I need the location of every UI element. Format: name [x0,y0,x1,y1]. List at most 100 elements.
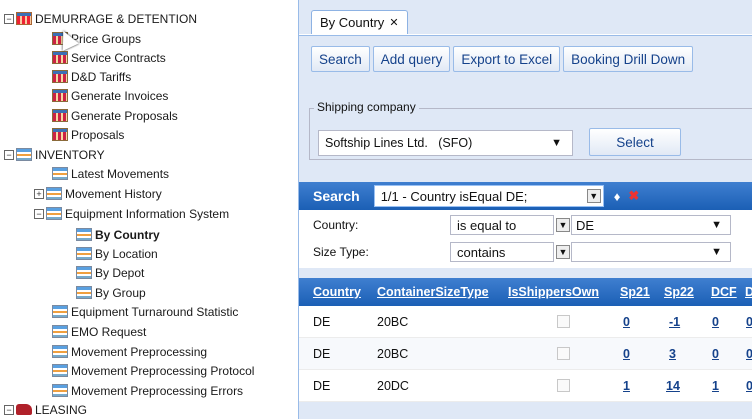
cell-country: DE [313,347,331,361]
is-shippers-own-checkbox[interactable] [557,315,570,328]
tree-item-movement-preprocessing-errors[interactable]: Movement Preprocessing Errors [52,381,243,400]
cell-d-link[interactable]: 0 [746,315,752,329]
cell-sp21-link[interactable]: 0 [623,347,630,361]
cell-dcf-link[interactable]: 1 [712,379,719,393]
export-to-excel-button[interactable]: Export to Excel [453,46,561,72]
tree-item-by-country[interactable]: By Country [76,225,160,244]
expand-toggle-icon[interactable]: + [34,188,44,199]
list-icon [52,325,68,338]
add-query-button[interactable]: Add query [372,46,451,72]
column-header-country[interactable]: Country [313,285,361,299]
tree-node-inventory[interactable]: − INVENTORY [4,145,105,164]
country-value-select[interactable]: DE ▼ [571,215,731,235]
grid-header: Country ContainerSizeType IsShippersOwn … [299,278,752,306]
cell-sp22-link[interactable]: -1 [669,315,680,329]
cell-sp21-link[interactable]: 0 [623,315,630,329]
grid-icon [52,51,68,64]
tree-item-dd-tariffs[interactable]: D&D Tariffs [52,67,131,86]
cell-sp22-link[interactable]: 3 [669,347,676,361]
dropdown-arrow-icon[interactable]: ▼ [556,218,570,232]
query-value: 1/1 - Country isEqual DE; [380,188,528,204]
query-select[interactable]: 1/1 - Country isEqual DE; ▼ [373,185,604,207]
dropdown-arrow-icon[interactable]: ▼ [551,137,562,149]
tree-node-label: Movement History [65,186,162,201]
close-icon[interactable]: ✕ [389,16,398,29]
tree-node-demurrage-detention[interactable]: − DEMURRAGE & DETENTION [4,9,197,28]
country-operator-value: is equal to [457,217,517,233]
filter-row-country: Country: is equal to ▼ DE ▼ [299,213,752,237]
tree-node-movement-history[interactable]: + Movement History [34,184,162,203]
select-button[interactable]: Select [589,128,681,156]
tree-node-leasing[interactable]: − LEASING [4,400,87,419]
tree-item-generate-proposals[interactable]: Generate Proposals [52,106,178,125]
tree-item-movement-preprocessing-protocol[interactable]: Movement Preprocessing Protocol [52,361,254,380]
search-filters: Country: is equal to ▼ DE ▼ Size Type: co… [299,210,752,268]
collapse-toggle-icon[interactable]: − [4,404,14,415]
booking-drill-down-button[interactable]: Booking Drill Down [563,46,694,72]
table-row[interactable]: DE 20DC 1 14 1 0 [299,370,752,402]
cell-size-type: 20BC [377,347,409,361]
tree-item-label: Generate Proposals [71,108,178,123]
grid-icon [52,128,68,141]
dropdown-arrow-icon[interactable]: ▼ [586,189,601,203]
list-icon [52,305,68,318]
column-header-dcf[interactable]: DCF [711,285,737,299]
column-header-is-shippers-own[interactable]: IsShippersOwn [508,285,599,299]
list-icon [46,207,62,220]
cell-country: DE [313,315,331,329]
column-header-sp22[interactable]: Sp22 [664,285,694,299]
cell-d-link[interactable]: 0 [746,379,752,393]
size-type-value-select[interactable]: ▼ [571,242,731,262]
tree-node-equipment-information-system[interactable]: − Equipment Information System [34,204,229,223]
collapse-toggle-icon[interactable]: − [34,208,44,219]
grid-folder-icon [16,12,32,25]
tree-item-label: By Location [95,246,158,261]
collapse-toggle-icon[interactable]: − [4,13,14,24]
shipping-company-value: Softship Lines Ltd. (SFO) [325,136,473,150]
search-title: Search [313,188,360,204]
cell-dcf-link[interactable]: 0 [712,347,719,361]
search-button[interactable]: Search [311,46,370,72]
tree-item-by-depot[interactable]: By Depot [76,263,144,282]
delete-query-icon[interactable]: ✖ [628,188,639,204]
cell-sp21-link[interactable]: 1 [623,379,630,393]
tree-item-latest-movements[interactable]: Latest Movements [52,164,169,183]
tree-node-label: INVENTORY [35,147,105,162]
cell-d-link[interactable]: 0 [746,347,752,361]
is-shippers-own-checkbox[interactable] [557,347,570,360]
tree-item-by-group[interactable]: By Group [76,283,146,302]
column-header-d[interactable]: D [745,285,752,299]
collapse-toggle-icon[interactable]: − [4,149,14,160]
add-query-icon[interactable]: ♦ [614,189,621,204]
table-row[interactable]: DE 20BC 0 3 0 0 [299,338,752,370]
cell-size-type: 20DC [377,379,409,393]
column-header-container-size-type[interactable]: ContainerSizeType [377,285,489,299]
tree-item-label: Movement Preprocessing Errors [71,383,244,398]
cell-dcf-link[interactable]: 0 [712,315,719,329]
is-shippers-own-checkbox[interactable] [557,379,570,392]
shipping-company-select[interactable]: Softship Lines Ltd. (SFO) ▼ [318,130,573,156]
tree-item-generate-invoices[interactable]: Generate Invoices [52,86,168,105]
cell-size-type: 20BC [377,315,409,329]
results-grid: Country ContainerSizeType IsShippersOwn … [299,278,752,402]
tree-item-service-contracts[interactable]: Service Contracts [52,48,166,67]
dropdown-arrow-icon[interactable]: ▼ [556,245,570,259]
cell-sp22-link[interactable]: 14 [666,379,680,393]
tree-item-equipment-turnaround-statistic[interactable]: Equipment Turnaround Statistic [52,302,238,321]
size-type-operator-value: contains [457,244,506,260]
tree-item-proposals[interactable]: Proposals [52,125,124,144]
tree-item-by-location[interactable]: By Location [76,244,158,263]
table-row[interactable]: DE 20BC 0 -1 0 0 [299,306,752,338]
tree-item-emo-request[interactable]: EMO Request [52,322,146,341]
tab-by-country[interactable]: By Country ✕ [311,10,408,34]
dropdown-arrow-icon[interactable]: ▼ [711,219,722,231]
tree-item-movement-preprocessing[interactable]: Movement Preprocessing [52,342,207,361]
tree-node-label: DEMURRAGE & DETENTION [35,11,198,26]
size-type-operator-select[interactable]: contains [450,242,554,262]
tree-item-label: Movement Preprocessing Protocol [71,363,255,378]
dropdown-arrow-icon[interactable]: ▼ [711,246,722,258]
filter-row-size-type: Size Type: contains ▼ ▼ [299,240,752,264]
country-operator-select[interactable]: is equal to [450,215,554,235]
shipping-company-legend: Shipping company [314,100,419,114]
column-header-sp21[interactable]: Sp21 [620,285,650,299]
